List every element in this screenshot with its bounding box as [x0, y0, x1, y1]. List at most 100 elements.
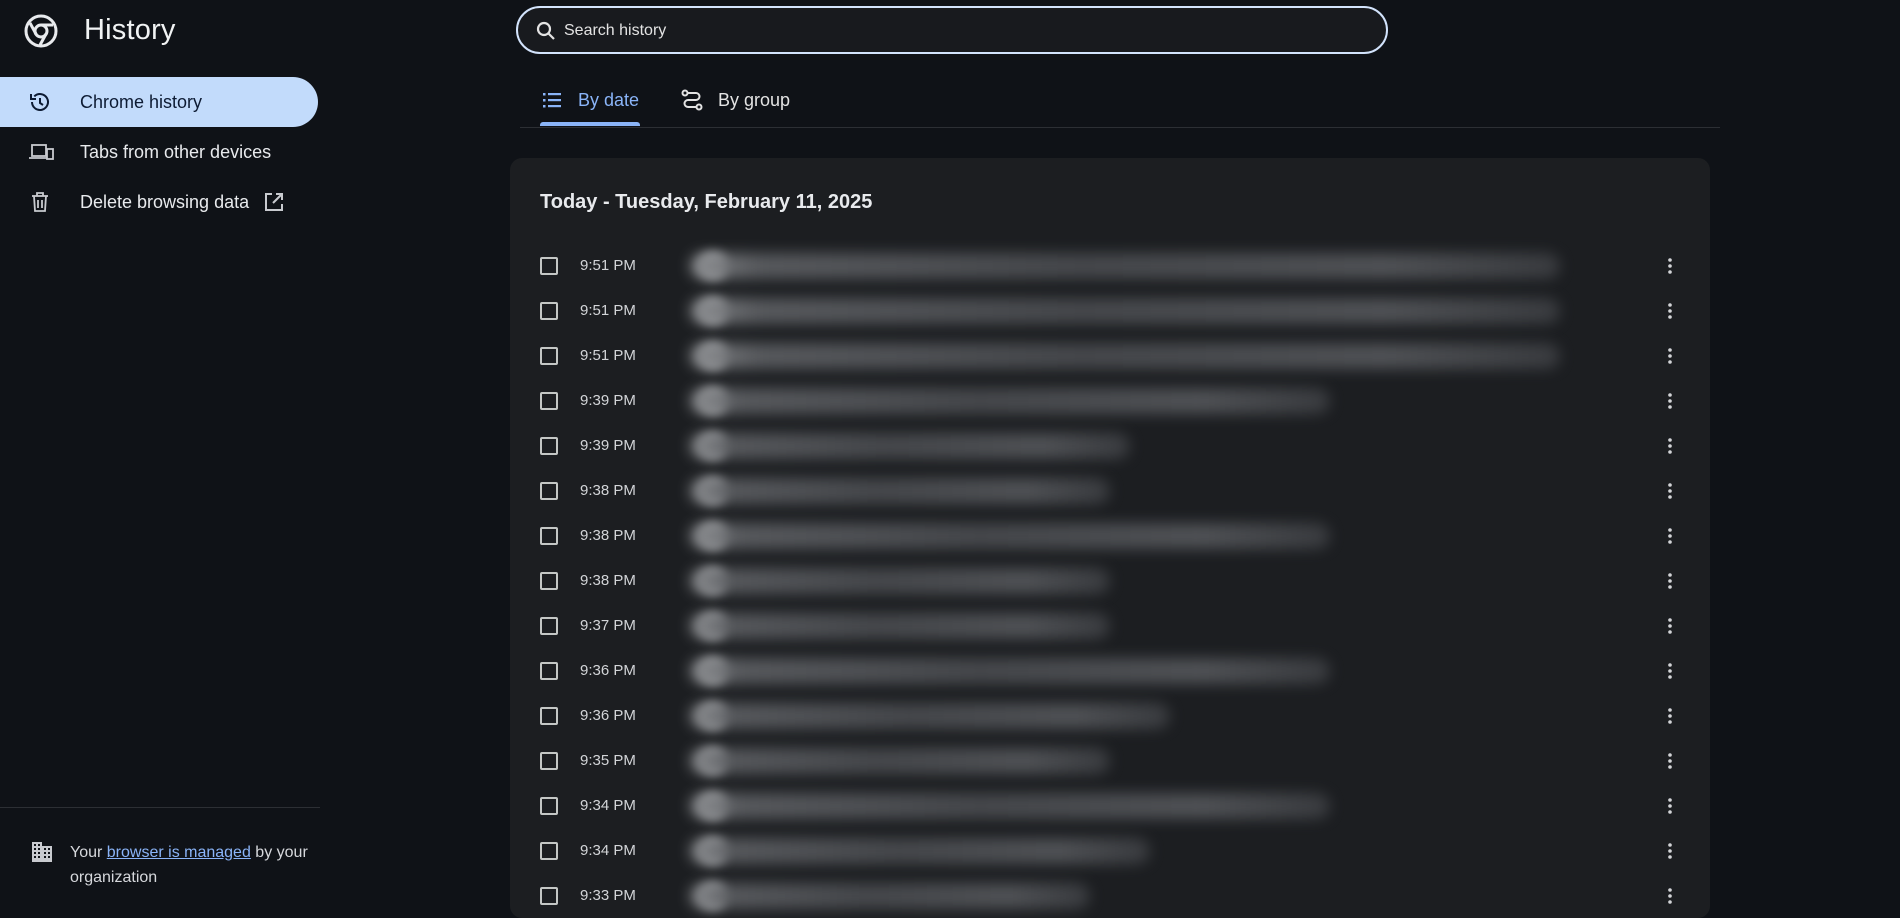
entry-time: 9:35 PM: [580, 752, 636, 769]
open-in-new-icon: [263, 191, 285, 213]
more-actions-icon[interactable]: [1660, 706, 1680, 726]
redacted-entry-title[interactable]: [690, 883, 1090, 909]
sidebar-item-delete-browsing-data[interactable]: Delete browsing data: [0, 177, 318, 227]
entry-checkbox[interactable]: [540, 707, 558, 725]
more-actions-icon[interactable]: [1660, 391, 1680, 411]
managed-prefix: Your: [70, 844, 107, 861]
redacted-entry-title[interactable]: [690, 613, 1110, 639]
history-icon: [28, 90, 54, 114]
redacted-entry-title[interactable]: [690, 343, 1560, 369]
sidebar-item-label: Chrome history: [80, 92, 203, 112]
redacted-entry-title[interactable]: [690, 253, 1560, 279]
entry-time: 9:33 PM: [580, 887, 636, 904]
tab-label: By date: [578, 89, 640, 110]
more-actions-icon[interactable]: [1660, 886, 1680, 906]
redacted-entry-title[interactable]: [690, 523, 1330, 549]
more-actions-icon[interactable]: [1660, 841, 1680, 861]
entry-checkbox[interactable]: [540, 482, 558, 500]
history-entry-row[interactable]: 9:36 PM: [510, 648, 1710, 693]
entry-time: 9:51 PM: [580, 257, 636, 274]
search-box[interactable]: [516, 6, 1388, 54]
entry-checkbox[interactable]: [540, 572, 558, 590]
history-entry-row[interactable]: 9:34 PM: [510, 828, 1710, 873]
route-icon: [680, 88, 704, 112]
more-actions-icon[interactable]: [1660, 616, 1680, 636]
history-entry-row[interactable]: 9:51 PM: [510, 333, 1710, 378]
sidebar-item-chrome-history[interactable]: Chrome history: [0, 77, 318, 127]
entry-time: 9:38 PM: [580, 482, 636, 499]
entry-checkbox[interactable]: [540, 257, 558, 275]
entry-checkbox[interactable]: [540, 437, 558, 455]
entry-checkbox[interactable]: [540, 527, 558, 545]
history-entry-row[interactable]: 9:37 PM: [510, 603, 1710, 648]
history-entry-row[interactable]: 9:34 PM: [510, 783, 1710, 828]
entry-time: 9:34 PM: [580, 842, 636, 859]
redacted-entry-title[interactable]: [690, 568, 1110, 594]
entry-time: 9:38 PM: [580, 572, 636, 589]
entry-checkbox[interactable]: [540, 887, 558, 905]
entry-time: 9:34 PM: [580, 797, 636, 814]
browser-managed-link[interactable]: browser is managed: [107, 844, 251, 861]
entry-time: 9:36 PM: [580, 707, 636, 724]
sidebar-item-tabs-other-devices[interactable]: Tabs from other devices: [0, 127, 318, 177]
more-actions-icon[interactable]: [1660, 436, 1680, 456]
devices-icon: [28, 140, 54, 164]
redacted-entry-title[interactable]: [690, 703, 1170, 729]
entry-time: 9:39 PM: [580, 392, 636, 409]
entry-time: 9:51 PM: [580, 347, 636, 364]
entry-checkbox[interactable]: [540, 842, 558, 860]
history-entry-row[interactable]: 9:38 PM: [510, 513, 1710, 558]
history-entry-row[interactable]: 9:33 PM: [510, 873, 1710, 918]
more-actions-icon[interactable]: [1660, 571, 1680, 591]
more-actions-icon[interactable]: [1660, 256, 1680, 276]
redacted-entry-title[interactable]: [690, 793, 1330, 819]
redacted-entry-title[interactable]: [690, 838, 1150, 864]
history-entry-row[interactable]: 9:39 PM: [510, 378, 1710, 423]
managed-notice: Your browser is managed by your organiza…: [70, 840, 310, 890]
more-actions-icon[interactable]: [1660, 526, 1680, 546]
sidebar-item-label: Tabs from other devices: [80, 142, 272, 162]
redacted-entry-title[interactable]: [690, 388, 1330, 414]
entry-checkbox[interactable]: [540, 662, 558, 680]
search-input[interactable]: [562, 18, 1326, 44]
entry-checkbox[interactable]: [540, 617, 558, 635]
history-card: Today - Tuesday, February 11, 2025 9:51 …: [510, 158, 1710, 918]
history-entry-row[interactable]: 9:36 PM: [510, 693, 1710, 738]
more-actions-icon[interactable]: [1660, 661, 1680, 681]
more-actions-icon[interactable]: [1660, 301, 1680, 321]
entry-checkbox[interactable]: [540, 347, 558, 365]
page-title: History: [84, 14, 176, 46]
history-entry-row[interactable]: 9:38 PM: [510, 558, 1710, 603]
search-icon: [536, 21, 556, 41]
redacted-entry-title[interactable]: [690, 478, 1110, 504]
history-entry-row[interactable]: 9:51 PM: [510, 288, 1710, 333]
history-entry-row[interactable]: 9:39 PM: [510, 423, 1710, 468]
entry-time: 9:37 PM: [580, 617, 636, 634]
entry-checkbox[interactable]: [540, 797, 558, 815]
redacted-entry-title[interactable]: [690, 298, 1560, 324]
more-actions-icon[interactable]: [1660, 481, 1680, 501]
date-heading: Today - Tuesday, February 11, 2025: [540, 191, 873, 213]
history-entry-row[interactable]: 9:35 PM: [510, 738, 1710, 783]
entry-time: 9:38 PM: [580, 527, 636, 544]
history-entry-row[interactable]: 9:38 PM: [510, 468, 1710, 513]
more-actions-icon[interactable]: [1660, 346, 1680, 366]
entry-checkbox[interactable]: [540, 302, 558, 320]
entry-time: 9:51 PM: [580, 302, 636, 319]
history-entry-row[interactable]: 9:51 PM: [510, 243, 1710, 288]
entry-checkbox[interactable]: [540, 392, 558, 410]
sidebar-divider: [0, 807, 320, 808]
tab-by-date[interactable]: By date: [540, 80, 639, 120]
redacted-entry-title[interactable]: [690, 658, 1330, 684]
tabs-divider: [520, 127, 1720, 128]
entry-checkbox[interactable]: [540, 752, 558, 770]
tab-by-group[interactable]: By group: [680, 80, 790, 120]
trash-icon: [28, 190, 54, 214]
chrome-logo-icon: [24, 14, 58, 48]
more-actions-icon[interactable]: [1660, 751, 1680, 771]
sidebar-item-label: Delete browsing data: [80, 192, 250, 212]
redacted-entry-title[interactable]: [690, 748, 1110, 774]
redacted-entry-title[interactable]: [690, 433, 1130, 459]
more-actions-icon[interactable]: [1660, 796, 1680, 816]
entry-time: 9:36 PM: [580, 662, 636, 679]
